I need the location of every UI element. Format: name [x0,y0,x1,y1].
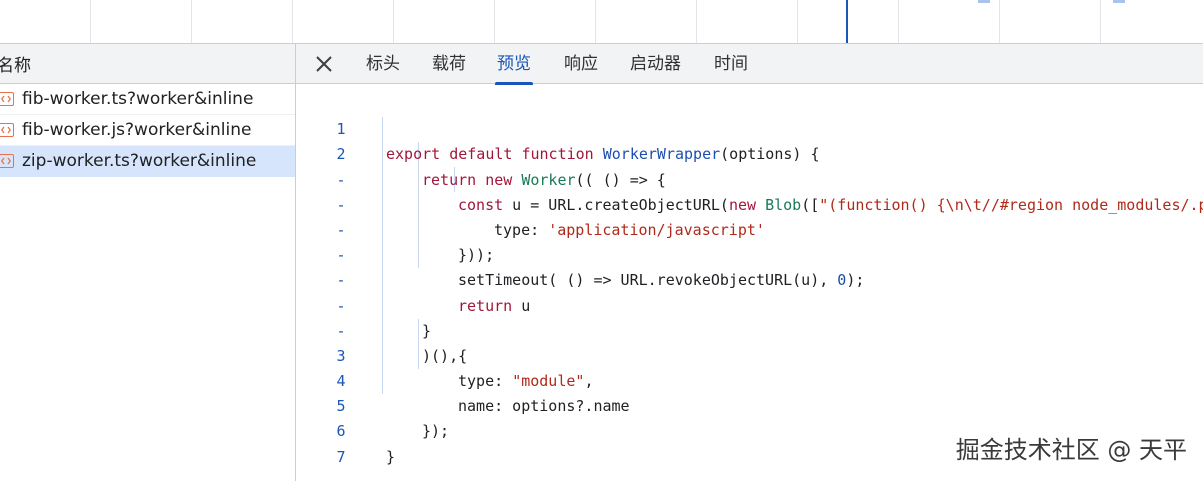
timeline-gridline [1100,0,1101,43]
line-number: 7 [336,447,346,466]
code-line: - })); [296,193,1203,264]
request-list-panel: 名称 fib-worker.ts?worker&inline fib-worke… [0,44,296,481]
timeline-gridline [90,0,91,43]
code-line: 6 } [296,394,1203,465]
tab-response[interactable]: 响应 [562,44,600,84]
timeline-gridline [595,0,596,43]
tab-timing[interactable]: 时间 [712,44,750,84]
code-line: 3 type: "module", [296,319,1203,390]
name-column-header[interactable]: 名称 [0,44,295,84]
code-line: - type: 'application/javascript' [296,168,1203,239]
code-line: - const u = URL.createObjectURL(new Blob… [296,142,1203,214]
code-line: - return u [296,243,1203,314]
tab-initiator[interactable]: 启动器 [627,44,684,84]
details-tabbar: 标头 载荷 预览 响应 启动器 时间 [296,44,1203,85]
script-file-icon [0,123,14,137]
timeline-request-bar [1113,0,1125,3]
timeline-gridline [393,0,394,43]
request-details-panel: 标头 载荷 预览 响应 启动器 时间 1 export default func… [296,44,1203,481]
timeline-request-bar [978,0,990,3]
code-line: 1 export default function WorkerWrapper(… [296,92,1203,163]
watermark: 掘金技术社区 @ 天平 [955,436,1187,464]
network-timeline[interactable] [0,0,1203,44]
devtools-network-view: 名称 fib-worker.ts?worker&inline fib-worke… [0,0,1203,481]
code-line: 5 }); [296,369,1203,440]
code-text: } [386,447,396,466]
request-row-fib-worker-js[interactable]: fib-worker.js?worker&inline [0,115,295,146]
timeline-gridline [494,0,495,43]
timeline-gridline [696,0,697,43]
tab-payload[interactable]: 载荷 [430,44,468,84]
tab-preview[interactable]: 预览 [495,44,533,85]
request-name: zip-worker.ts?worker&inline [22,151,257,171]
timeline-gridline [292,0,293,43]
close-icon[interactable] [314,54,334,74]
code-preview[interactable]: 1 export default function WorkerWrapper(… [296,92,1203,466]
timeline-marker [846,0,848,43]
name-column-header-label: 名称 [0,56,31,76]
code-line: - )(),{ [296,294,1203,365]
code-line: 2 return new Worker(( () => { [296,117,1203,188]
request-name: fib-worker.js?worker&inline [22,120,252,140]
script-file-icon [0,92,14,106]
code-line: - } [296,268,1203,340]
timeline-gridline [999,0,1000,43]
request-row-fib-worker-ts[interactable]: fib-worker.ts?worker&inline [0,84,295,115]
timeline-gridline [797,0,798,43]
timeline-gridline [898,0,899,43]
timeline-gridline [191,0,192,43]
request-name: fib-worker.ts?worker&inline [22,89,254,109]
script-file-icon [0,154,14,168]
request-row-zip-worker-ts[interactable]: zip-worker.ts?worker&inline [0,146,295,177]
code-line: - setTimeout( () => URL.revokeObjectURL(… [296,218,1203,289]
tab-headers[interactable]: 标头 [364,44,402,84]
code-line: 4 name: options?.name [296,344,1203,415]
